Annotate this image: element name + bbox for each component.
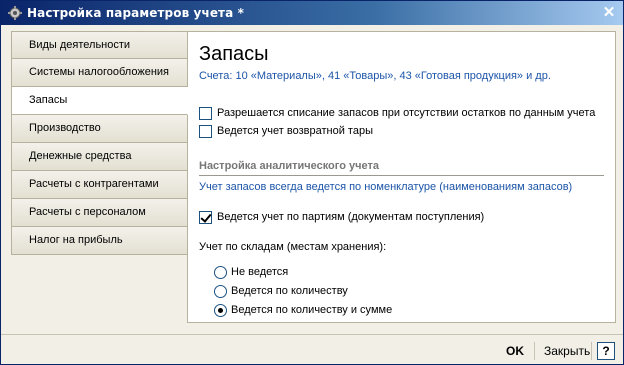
sidebar-item-personnel[interactable]: Расчеты с персоналом bbox=[11, 199, 187, 227]
allow-writeoff-checkbox[interactable] bbox=[199, 107, 212, 120]
settings-window: Настройка параметров учета * ✕ Виды деят… bbox=[0, 0, 624, 365]
footer-separator bbox=[534, 342, 535, 360]
dialog-footer: OK Закрыть ? bbox=[1, 335, 623, 365]
page-title: Запасы bbox=[199, 43, 269, 65]
returnable-packaging-checkbox[interactable] bbox=[199, 125, 212, 138]
footer-separator bbox=[591, 342, 592, 360]
sidebar-item-label: Системы налогообложения bbox=[29, 66, 169, 78]
info-text: Учет запасов всегда ведется по номенклат… bbox=[199, 181, 573, 193]
sidebar-item-production[interactable]: Производство bbox=[11, 115, 187, 143]
allow-writeoff-label: Разрешается списание запасов при отсутст… bbox=[217, 107, 596, 119]
sidebar-item-label: Расчеты с персоналом bbox=[29, 206, 146, 218]
warehouse-label: Учет по складам (местам хранения): bbox=[199, 241, 387, 253]
close-icon[interactable]: ✕ bbox=[601, 5, 617, 21]
title-bar[interactable]: Настройка параметров учета * ✕ bbox=[1, 1, 623, 25]
warehouse-option-quantity-sum[interactable]: Ведется по количеству и сумме bbox=[214, 304, 434, 318]
sidebar-item-inventory[interactable]: Запасы bbox=[11, 87, 188, 115]
batch-accounting-label: Ведется учет по партиям (документам пост… bbox=[217, 211, 485, 223]
sidebar-item-label: Налог на прибыль bbox=[29, 234, 123, 246]
sidebar-item-label: Производство bbox=[29, 122, 101, 134]
sidebar-item-label: Запасы bbox=[29, 94, 68, 106]
section-title: Настройка аналитического учета bbox=[199, 160, 379, 172]
sidebar-item-cash[interactable]: Денежные средства bbox=[11, 143, 187, 171]
warehouse-option-none[interactable]: Не ведется bbox=[214, 266, 414, 280]
accounts-link[interactable]: Счета: 10 «Материалы», 41 «Товары», 43 «… bbox=[199, 70, 551, 82]
warehouse-option-label: Ведется по количеству bbox=[231, 285, 348, 297]
window-title: Настройка параметров учета * bbox=[27, 6, 244, 20]
sidebar-item-label: Виды деятельности bbox=[29, 39, 131, 51]
ok-button[interactable]: OK bbox=[506, 344, 524, 358]
warehouse-radio-none[interactable] bbox=[214, 266, 227, 279]
sidebar: Виды деятельности Системы налогообложени… bbox=[11, 31, 188, 255]
sidebar-item-counterparties[interactable]: Расчеты с контрагентами bbox=[11, 171, 187, 199]
allow-writeoff-checkbox-row[interactable]: Разрешается списание запасов при отсутст… bbox=[199, 107, 599, 121]
returnable-packaging-label: Ведется учет возвратной тары bbox=[217, 125, 373, 137]
sidebar-item-activities[interactable]: Виды деятельности bbox=[11, 31, 187, 59]
close-button[interactable]: Закрыть bbox=[544, 344, 590, 358]
gear-icon bbox=[8, 6, 22, 20]
sidebar-item-label: Денежные средства bbox=[29, 150, 132, 162]
warehouse-radio-quantity[interactable] bbox=[214, 285, 227, 298]
section-divider bbox=[199, 175, 604, 176]
sidebar-item-profit-tax[interactable]: Налог на прибыль bbox=[11, 227, 187, 255]
help-button[interactable]: ? bbox=[597, 342, 615, 360]
warehouse-option-label: Не ведется bbox=[231, 266, 289, 278]
returnable-packaging-checkbox-row[interactable]: Ведется учет возвратной тары bbox=[199, 125, 499, 139]
warehouse-radio-quantity-sum[interactable] bbox=[214, 304, 227, 317]
warehouse-option-quantity[interactable]: Ведется по количеству bbox=[214, 285, 414, 299]
sidebar-item-label: Расчеты с контрагентами bbox=[29, 178, 159, 190]
warehouse-option-label: Ведется по количеству и сумме bbox=[231, 304, 393, 316]
settings-panel: Запасы Счета: 10 «Материалы», 41 «Товары… bbox=[187, 31, 616, 323]
batch-accounting-checkbox[interactable] bbox=[199, 211, 212, 224]
batch-accounting-checkbox-row[interactable]: Ведется учет по партиям (документам пост… bbox=[199, 211, 519, 225]
sidebar-item-tax-systems[interactable]: Системы налогообложения bbox=[11, 59, 187, 87]
